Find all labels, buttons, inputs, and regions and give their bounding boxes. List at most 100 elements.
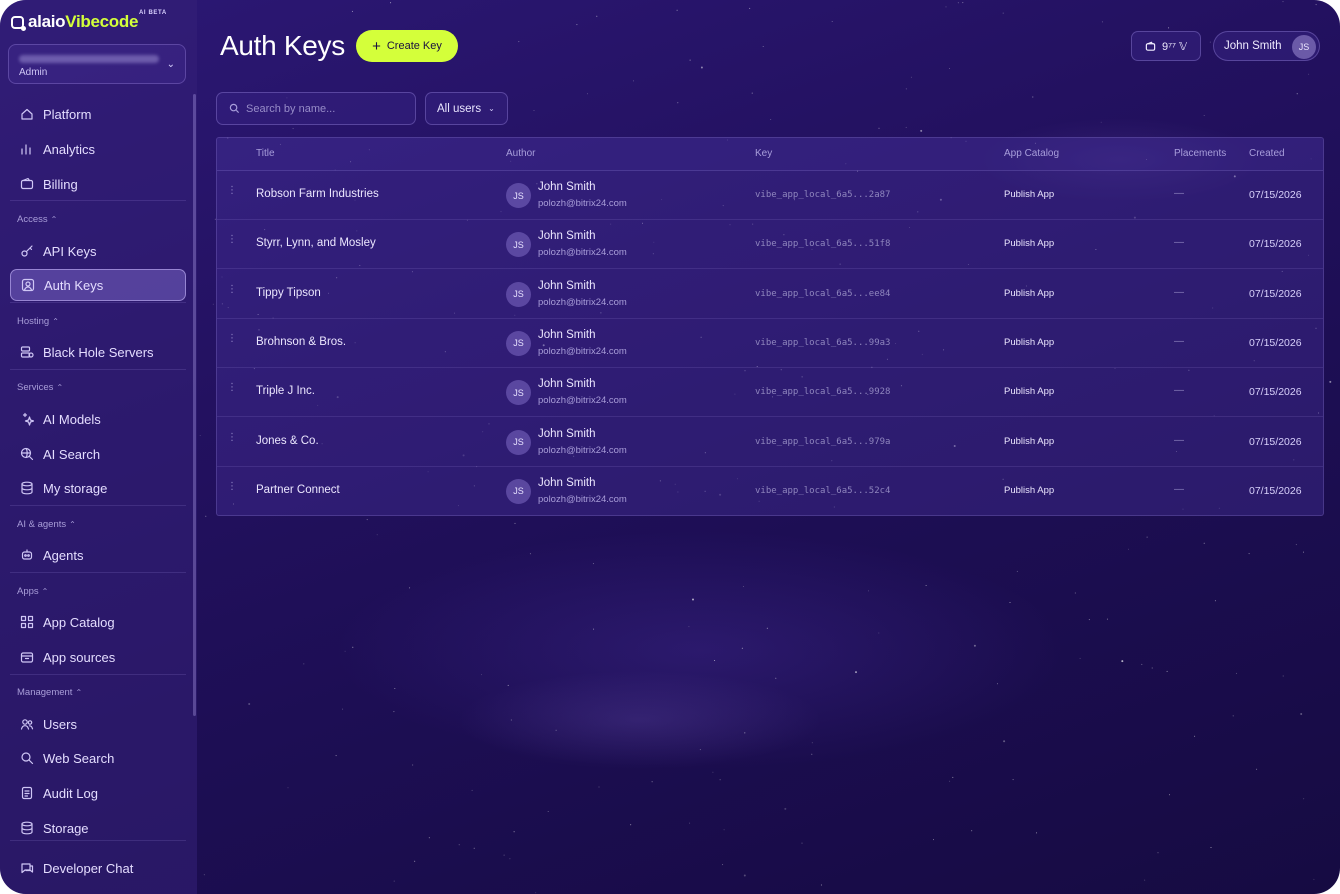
row-menu-icon[interactable]: ⋮ xyxy=(227,235,237,245)
sidebar-item-web-search[interactable]: Web Search xyxy=(10,742,186,774)
create-key-label: Create Key xyxy=(386,40,442,52)
column-title[interactable]: Title xyxy=(256,148,275,159)
app-catalog-status[interactable]: Publish App xyxy=(1004,288,1054,299)
search-box[interactable] xyxy=(216,92,416,125)
row-menu-icon[interactable]: ⋮ xyxy=(227,186,237,196)
sidebar-item-app-sources[interactable]: App sources xyxy=(10,641,186,673)
section-label: Management xyxy=(17,687,73,698)
sidebar-item-label: My storage xyxy=(43,480,108,496)
sidebar-item-my-storage[interactable]: My storage xyxy=(10,472,186,504)
sidebar-item-label: Analytics xyxy=(43,141,96,157)
avatar: JS xyxy=(506,281,531,307)
sidebar-item-audit-log[interactable]: Audit Log xyxy=(10,777,186,809)
app-catalog-status[interactable]: Publish App xyxy=(1004,485,1054,496)
table-row[interactable]: ⋮ Robson Farm Industries JS John Smith poloz… xyxy=(217,171,1323,220)
column-app-catalog[interactable]: App Catalog xyxy=(1004,148,1059,159)
divider xyxy=(10,840,186,841)
key-value[interactable]: vibe_app_local_6a5...9928 xyxy=(755,387,890,397)
placements-value: — xyxy=(1174,237,1184,249)
key-value[interactable]: vibe_app_local_6a5...52c4 xyxy=(755,486,890,496)
app-catalog-status[interactable]: Publish App xyxy=(1004,436,1054,447)
organization-select[interactable]: Admin ⌄ xyxy=(8,44,186,84)
table-row[interactable]: ⋮ Triple J Inc. JS John Smith polozh@bitrix2… xyxy=(217,368,1323,418)
app-window: alaioVibecode AI BETA Admin ⌄ Platform An… xyxy=(0,0,1340,894)
row-menu-icon[interactable]: ⋮ xyxy=(227,481,237,491)
author-name: John Smith xyxy=(538,476,596,489)
users-filter-select[interactable]: All users ⌄ xyxy=(425,92,508,125)
sidebar-item-billing[interactable]: Billing xyxy=(10,168,186,200)
app-catalog-status[interactable]: Publish App xyxy=(1004,189,1054,200)
created-date: 07/15/2026 xyxy=(1249,484,1302,497)
sidebar-item-label: Web Search xyxy=(43,750,115,766)
row-title: Partner Connect xyxy=(256,483,340,496)
user-name: John Smith xyxy=(1224,40,1282,52)
sidebar-item-label: Agents xyxy=(43,547,84,563)
sidebar-scrollbar[interactable] xyxy=(193,94,196,716)
row-title: Robson Farm Industries xyxy=(256,188,379,200)
sidebar-item-users[interactable]: Users xyxy=(10,708,186,740)
users-icon xyxy=(20,717,34,731)
key-value[interactable]: vibe_app_local_6a5...979a xyxy=(755,437,890,447)
row-menu-icon[interactable]: ⋮ xyxy=(227,284,237,294)
sidebar-item-black-hole-servers[interactable]: Black Hole Servers xyxy=(10,336,186,368)
sidebar-item-api-keys[interactable]: API Keys xyxy=(10,235,186,267)
section-label: Apps xyxy=(17,586,39,597)
sidebar-item-label: Audit Log xyxy=(43,785,98,801)
sidebar-item-analytics[interactable]: Analytics xyxy=(10,133,186,165)
row-menu-icon[interactable]: ⋮ xyxy=(227,333,237,343)
column-author[interactable]: Author xyxy=(506,148,535,159)
section-ai-agents[interactable]: AI & agents ⌃ xyxy=(17,519,76,530)
table-row[interactable]: ⋮ Partner Connect JS John Smith polozh@bitri… xyxy=(217,467,1323,516)
placements-value: — xyxy=(1174,286,1184,298)
table-row[interactable]: ⋮ Tippy Tipson JS John Smith polozh@bitrix24… xyxy=(217,270,1323,319)
search-input[interactable] xyxy=(246,102,406,115)
organization-name-redacted xyxy=(19,55,159,63)
user-menu[interactable]: John Smith JS xyxy=(1213,31,1320,61)
divider xyxy=(10,302,186,303)
column-placements[interactable]: Placements xyxy=(1174,148,1226,159)
column-created[interactable]: Created xyxy=(1249,148,1285,159)
avatar: JS xyxy=(1292,35,1316,59)
row-menu-icon[interactable]: ⋮ xyxy=(227,383,237,393)
sidebar-item-developer-chat[interactable]: Developer Chat xyxy=(10,852,186,884)
table-row[interactable]: ⋮ Jones & Co. JS John Smith polozh@bitrix24.… xyxy=(217,418,1323,467)
sidebar-item-auth-keys[interactable]: Auth Keys xyxy=(10,269,186,301)
sidebar-item-app-catalog[interactable]: App Catalog xyxy=(10,606,186,638)
sidebar-item-label: AI Models xyxy=(43,411,101,427)
key-icon xyxy=(20,244,34,258)
created-date: 07/15/2026 xyxy=(1249,435,1302,448)
row-title: Tippy Tipson xyxy=(256,286,321,299)
key-value[interactable]: vibe_app_local_6a5...ee84 xyxy=(755,289,890,299)
author-email: polozh@bitrix24.com xyxy=(538,493,627,505)
sidebar-item-ai-search[interactable]: AI Search xyxy=(10,438,186,470)
sidebar-item-ai-models[interactable]: AI Models xyxy=(10,403,186,435)
app-catalog-status[interactable]: Publish App xyxy=(1004,337,1054,348)
section-hosting[interactable]: Hosting ⌃ xyxy=(17,316,59,327)
table-row[interactable]: ⋮ Styrr, Lynn, and Mosley JS John Smith polo… xyxy=(217,220,1323,270)
brand-name: alaioVibecode xyxy=(28,12,139,31)
created-date: 07/15/2026 xyxy=(1249,189,1302,201)
logo-icon xyxy=(11,15,26,31)
sidebar-item-agents[interactable]: Agents xyxy=(10,539,186,571)
create-key-button[interactable]: + Create Key xyxy=(356,30,458,62)
app-catalog-status[interactable]: Publish App xyxy=(1004,386,1054,397)
key-value[interactable]: vibe_app_local_6a5...99a3 xyxy=(755,338,890,348)
key-value[interactable]: vibe_app_local_6a5...2a87 xyxy=(755,190,890,200)
logo[interactable]: alaioVibecode xyxy=(11,12,138,32)
row-title: Brohnson & Bros. xyxy=(256,335,347,348)
author-name: John Smith xyxy=(538,279,596,292)
section-apps[interactable]: Apps ⌃ xyxy=(17,586,48,597)
grid-icon xyxy=(20,615,34,629)
avatar: JS xyxy=(506,380,531,406)
app-catalog-status[interactable]: Publish App xyxy=(1004,238,1054,249)
table-row[interactable]: ⋮ Brohnson & Bros. JS John Smith polozh@bitr… xyxy=(217,319,1323,368)
sidebar-item-platform[interactable]: Platform xyxy=(10,98,186,130)
key-value[interactable]: vibe_app_local_6a5...51f8 xyxy=(755,239,890,249)
row-menu-icon[interactable]: ⋮ xyxy=(227,432,237,442)
section-access[interactable]: Access ⌃ xyxy=(17,214,57,225)
section-management[interactable]: Management ⌃ xyxy=(17,687,82,698)
section-services[interactable]: Services ⌃ xyxy=(17,382,63,393)
balance-chip[interactable]: 9⁷⁷ 𝕍 xyxy=(1131,31,1201,61)
column-key[interactable]: Key xyxy=(755,148,772,159)
avatar: JS xyxy=(506,478,531,504)
